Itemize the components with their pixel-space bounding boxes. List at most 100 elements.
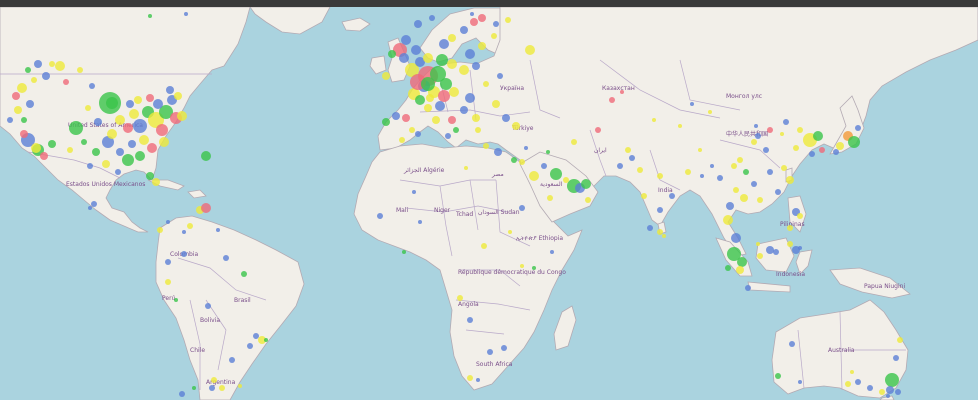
map-marker[interactable]: [737, 157, 743, 163]
map-marker[interactable]: [423, 53, 433, 63]
map-marker[interactable]: [40, 152, 48, 160]
map-marker[interactable]: [637, 167, 643, 173]
map-marker[interactable]: [412, 190, 416, 194]
map-marker[interactable]: [447, 59, 457, 69]
map-marker[interactable]: [767, 127, 773, 133]
map-marker[interactable]: [492, 100, 500, 108]
map-marker[interactable]: [399, 53, 409, 63]
map-marker[interactable]: [895, 389, 901, 395]
map-marker[interactable]: [467, 375, 473, 381]
map-marker[interactable]: [392, 112, 400, 120]
map-marker[interactable]: [209, 385, 215, 391]
map-marker[interactable]: [766, 246, 774, 254]
map-marker[interactable]: [786, 176, 794, 184]
map-marker[interactable]: [459, 65, 469, 75]
map-marker[interactable]: [787, 225, 793, 231]
map-marker[interactable]: [723, 215, 733, 225]
map-marker[interactable]: [885, 373, 899, 387]
map-marker[interactable]: [472, 114, 480, 122]
map-marker[interactable]: [511, 157, 517, 163]
map-marker[interactable]: [478, 42, 486, 50]
map-marker[interactable]: [725, 265, 731, 271]
map-marker[interactable]: [174, 92, 182, 100]
map-marker[interactable]: [445, 133, 451, 139]
map-marker[interactable]: [773, 249, 779, 255]
map-marker[interactable]: [48, 140, 56, 148]
map-marker[interactable]: [440, 78, 452, 90]
map-marker[interactable]: [698, 148, 702, 152]
map-marker[interactable]: [192, 386, 196, 390]
map-marker[interactable]: [736, 266, 744, 274]
map-marker[interactable]: [402, 250, 406, 254]
map-marker[interactable]: [402, 114, 410, 122]
map-marker[interactable]: [783, 119, 789, 125]
map-marker[interactable]: [89, 83, 95, 89]
map-marker[interactable]: [31, 143, 41, 153]
map-marker[interactable]: [855, 125, 861, 131]
map-marker[interactable]: [467, 317, 473, 323]
map-marker[interactable]: [156, 124, 168, 136]
map-marker[interactable]: [159, 137, 169, 147]
map-marker[interactable]: [848, 136, 860, 148]
map-marker[interactable]: [845, 381, 851, 387]
map-marker[interactable]: [21, 117, 27, 123]
map-marker[interactable]: [731, 233, 741, 243]
map-marker[interactable]: [775, 373, 781, 379]
map-marker[interactable]: [483, 143, 489, 149]
map-marker[interactable]: [819, 147, 825, 153]
map-marker[interactable]: [115, 115, 125, 125]
map-marker[interactable]: [135, 151, 145, 161]
map-marker[interactable]: [833, 149, 839, 155]
map-marker[interactable]: [134, 96, 142, 104]
map-marker[interactable]: [115, 169, 121, 175]
map-marker[interactable]: [585, 197, 591, 203]
map-marker[interactable]: [177, 111, 187, 121]
map-marker[interactable]: [438, 90, 450, 102]
map-marker[interactable]: [418, 220, 422, 224]
map-marker[interactable]: [524, 146, 528, 150]
map-marker[interactable]: [20, 130, 28, 138]
map-marker[interactable]: [472, 62, 480, 70]
map-marker[interactable]: [414, 20, 422, 28]
map-marker[interactable]: [102, 160, 110, 168]
map-marker[interactable]: [475, 127, 481, 133]
map-marker[interactable]: [731, 163, 737, 169]
map-marker[interactable]: [165, 259, 171, 265]
map-marker[interactable]: [520, 264, 524, 268]
map-marker[interactable]: [201, 151, 211, 161]
map-marker[interactable]: [174, 298, 178, 302]
map-marker[interactable]: [166, 86, 174, 94]
map-marker[interactable]: [388, 50, 396, 58]
map-marker[interactable]: [205, 303, 211, 309]
map-marker[interactable]: [146, 94, 154, 102]
map-marker[interactable]: [550, 168, 562, 180]
map-marker[interactable]: [767, 169, 773, 175]
map-marker[interactable]: [886, 386, 894, 394]
map-marker[interactable]: [465, 49, 475, 59]
map-marker[interactable]: [893, 355, 899, 361]
map-marker[interactable]: [241, 271, 247, 277]
map-marker[interactable]: [152, 178, 160, 186]
map-marker[interactable]: [525, 45, 535, 55]
map-marker[interactable]: [223, 255, 229, 261]
map-marker[interactable]: [620, 90, 624, 94]
map-marker[interactable]: [128, 140, 136, 148]
map-marker[interactable]: [382, 118, 390, 126]
map-marker[interactable]: [740, 194, 748, 202]
world-map[interactable]: United States of America Estados Unidos …: [0, 7, 978, 400]
map-marker[interactable]: [710, 164, 714, 168]
map-marker[interactable]: [867, 385, 873, 391]
map-marker[interactable]: [157, 227, 163, 233]
map-marker[interactable]: [449, 87, 459, 97]
map-marker[interactable]: [519, 159, 525, 165]
map-marker[interactable]: [470, 12, 474, 16]
map-marker[interactable]: [187, 223, 193, 229]
map-marker[interactable]: [116, 148, 124, 156]
map-marker[interactable]: [464, 166, 468, 170]
map-marker[interactable]: [541, 163, 547, 169]
map-marker[interactable]: [478, 14, 486, 22]
map-marker[interactable]: [793, 145, 799, 151]
map-marker[interactable]: [457, 295, 463, 301]
map-marker[interactable]: [107, 129, 117, 139]
map-marker[interactable]: [756, 242, 760, 246]
